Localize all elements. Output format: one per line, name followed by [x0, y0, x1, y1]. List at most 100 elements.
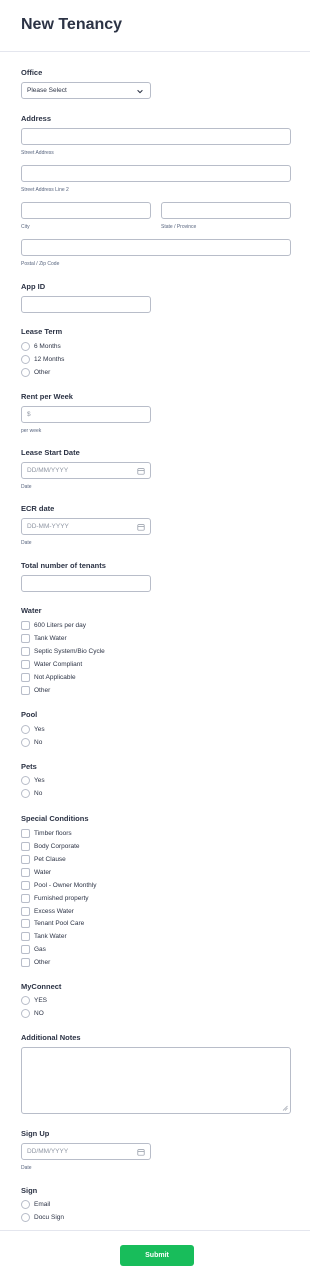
water-option[interactable]: 600 Liters per day	[21, 620, 86, 630]
rent-input[interactable]: $	[21, 406, 151, 423]
office-label: Office	[21, 68, 43, 77]
lease-term-option[interactable]: 12 Months	[21, 354, 64, 364]
special-condition-option[interactable]: Pet Clause	[21, 854, 66, 864]
radio-button[interactable]	[21, 1008, 30, 1018]
sign-option[interactable]: Email	[21, 1199, 50, 1209]
radio-button[interactable]	[21, 1212, 30, 1222]
lease-start-date-input[interactable]: DD/MM/YYYY	[21, 462, 151, 479]
special-conditions-label: Special Conditions	[21, 814, 89, 823]
lease-term-option[interactable]: 6 Months	[21, 341, 61, 351]
lease-term-label: Lease Term	[21, 327, 63, 336]
water-option[interactable]: Not Applicable	[21, 672, 76, 682]
notes-textarea[interactable]	[21, 1047, 291, 1114]
pool-option[interactable]: No	[21, 737, 42, 747]
submit-button[interactable]: Submit	[120, 1245, 194, 1266]
sign-label: Sign	[21, 1186, 38, 1195]
radio-button[interactable]	[21, 367, 30, 377]
app-id-input[interactable]	[21, 296, 151, 313]
postal-code-input[interactable]	[21, 239, 291, 256]
lease-start-placeholder: DD/MM/YYYY	[27, 467, 69, 474]
pool-label: Pool	[21, 710, 38, 719]
checkbox[interactable]	[21, 931, 30, 941]
water-option[interactable]: Septic System/Bio Cycle	[21, 646, 105, 656]
pool-option[interactable]: Yes	[21, 724, 45, 734]
state-input[interactable]	[161, 202, 291, 219]
tenants-input[interactable]	[21, 575, 151, 592]
address-label: Address	[21, 114, 52, 123]
office-selected-value: Please Select	[27, 87, 67, 94]
checkbox[interactable]	[21, 867, 30, 877]
checkbox[interactable]	[21, 620, 30, 630]
checkbox[interactable]	[21, 893, 30, 903]
special-condition-option[interactable]: Body Corporate	[21, 841, 80, 851]
pets-option[interactable]: Yes	[21, 775, 45, 785]
water-option[interactable]: Water Compliant	[21, 659, 82, 669]
street-address-line2-sublabel: Street Address Line 2	[21, 187, 69, 193]
calendar-icon[interactable]	[137, 467, 145, 475]
radio-button[interactable]	[21, 1199, 30, 1209]
special-condition-option[interactable]: Furnished property	[21, 893, 89, 903]
myconnect-option[interactable]: YES	[21, 995, 47, 1005]
special-condition-option[interactable]: Tenant Pool Care	[21, 918, 84, 928]
checkbox[interactable]	[21, 672, 30, 682]
sign-option[interactable]: Docu Sign	[21, 1212, 64, 1222]
checkbox[interactable]	[21, 918, 30, 928]
special-condition-option[interactable]: Tank Water	[21, 931, 67, 941]
lease-start-label: Lease Start Date	[21, 448, 80, 457]
radio-button[interactable]	[21, 995, 30, 1005]
water-option[interactable]: Other	[21, 685, 50, 695]
lease-term-option[interactable]: Other	[21, 367, 50, 377]
water-option[interactable]: Tank Water	[21, 633, 67, 643]
street-address-input[interactable]	[21, 128, 291, 145]
radio-button[interactable]	[21, 775, 30, 785]
resize-grip-icon[interactable]	[282, 1105, 288, 1111]
ecr-placeholder: DD-MM-YYYY	[27, 523, 69, 530]
ecr-date-input[interactable]: DD-MM-YYYY	[21, 518, 151, 535]
calendar-icon[interactable]	[137, 1148, 145, 1156]
radio-button[interactable]	[21, 341, 30, 351]
form-header: New Tenancy	[0, 0, 310, 52]
special-condition-option[interactable]: Pool - Owner Monthly	[21, 880, 97, 890]
signup-placeholder: DD/MM/YYYY	[27, 1148, 69, 1155]
app-id-label: App ID	[21, 282, 46, 291]
calendar-icon[interactable]	[137, 523, 145, 531]
checkbox[interactable]	[21, 646, 30, 656]
street-address-sublabel: Street Address	[21, 150, 54, 156]
checkbox[interactable]	[21, 880, 30, 890]
special-condition-option[interactable]: Excess Water	[21, 906, 74, 916]
office-select[interactable]: Please Select	[21, 82, 151, 99]
postal-code-sublabel: Postal / Zip Code	[21, 261, 60, 267]
myconnect-option[interactable]: NO	[21, 1008, 44, 1018]
checkbox[interactable]	[21, 685, 30, 695]
special-condition-option[interactable]: Water	[21, 867, 51, 877]
lease-start-sublabel: Date	[21, 484, 32, 490]
notes-label: Additional Notes	[21, 1033, 81, 1042]
checkbox[interactable]	[21, 957, 30, 967]
water-label: Water	[21, 606, 42, 615]
checkbox[interactable]	[21, 828, 30, 838]
special-condition-option[interactable]: Gas	[21, 944, 46, 954]
special-condition-option[interactable]: Other	[21, 957, 50, 967]
street-address-line2-input[interactable]	[21, 165, 291, 182]
city-input[interactable]	[21, 202, 151, 219]
checkbox[interactable]	[21, 854, 30, 864]
checkbox[interactable]	[21, 633, 30, 643]
state-sublabel: State / Province	[161, 224, 197, 230]
chevron-down-icon	[137, 89, 143, 94]
radio-button[interactable]	[21, 737, 30, 747]
checkbox[interactable]	[21, 906, 30, 916]
rent-prefix: $	[27, 411, 31, 418]
signup-date-input[interactable]: DD/MM/YYYY	[21, 1143, 151, 1160]
checkbox[interactable]	[21, 944, 30, 954]
radio-button[interactable]	[21, 354, 30, 364]
radio-button[interactable]	[21, 724, 30, 734]
signup-sublabel: Date	[21, 1165, 32, 1171]
pets-option[interactable]: No	[21, 788, 42, 798]
myconnect-label: MyConnect	[21, 982, 62, 991]
radio-button[interactable]	[21, 788, 30, 798]
checkbox[interactable]	[21, 659, 30, 669]
form-title: New Tenancy	[21, 16, 123, 33]
signup-label: Sign Up	[21, 1129, 50, 1138]
checkbox[interactable]	[21, 841, 30, 851]
special-condition-option[interactable]: Timber floors	[21, 828, 72, 838]
